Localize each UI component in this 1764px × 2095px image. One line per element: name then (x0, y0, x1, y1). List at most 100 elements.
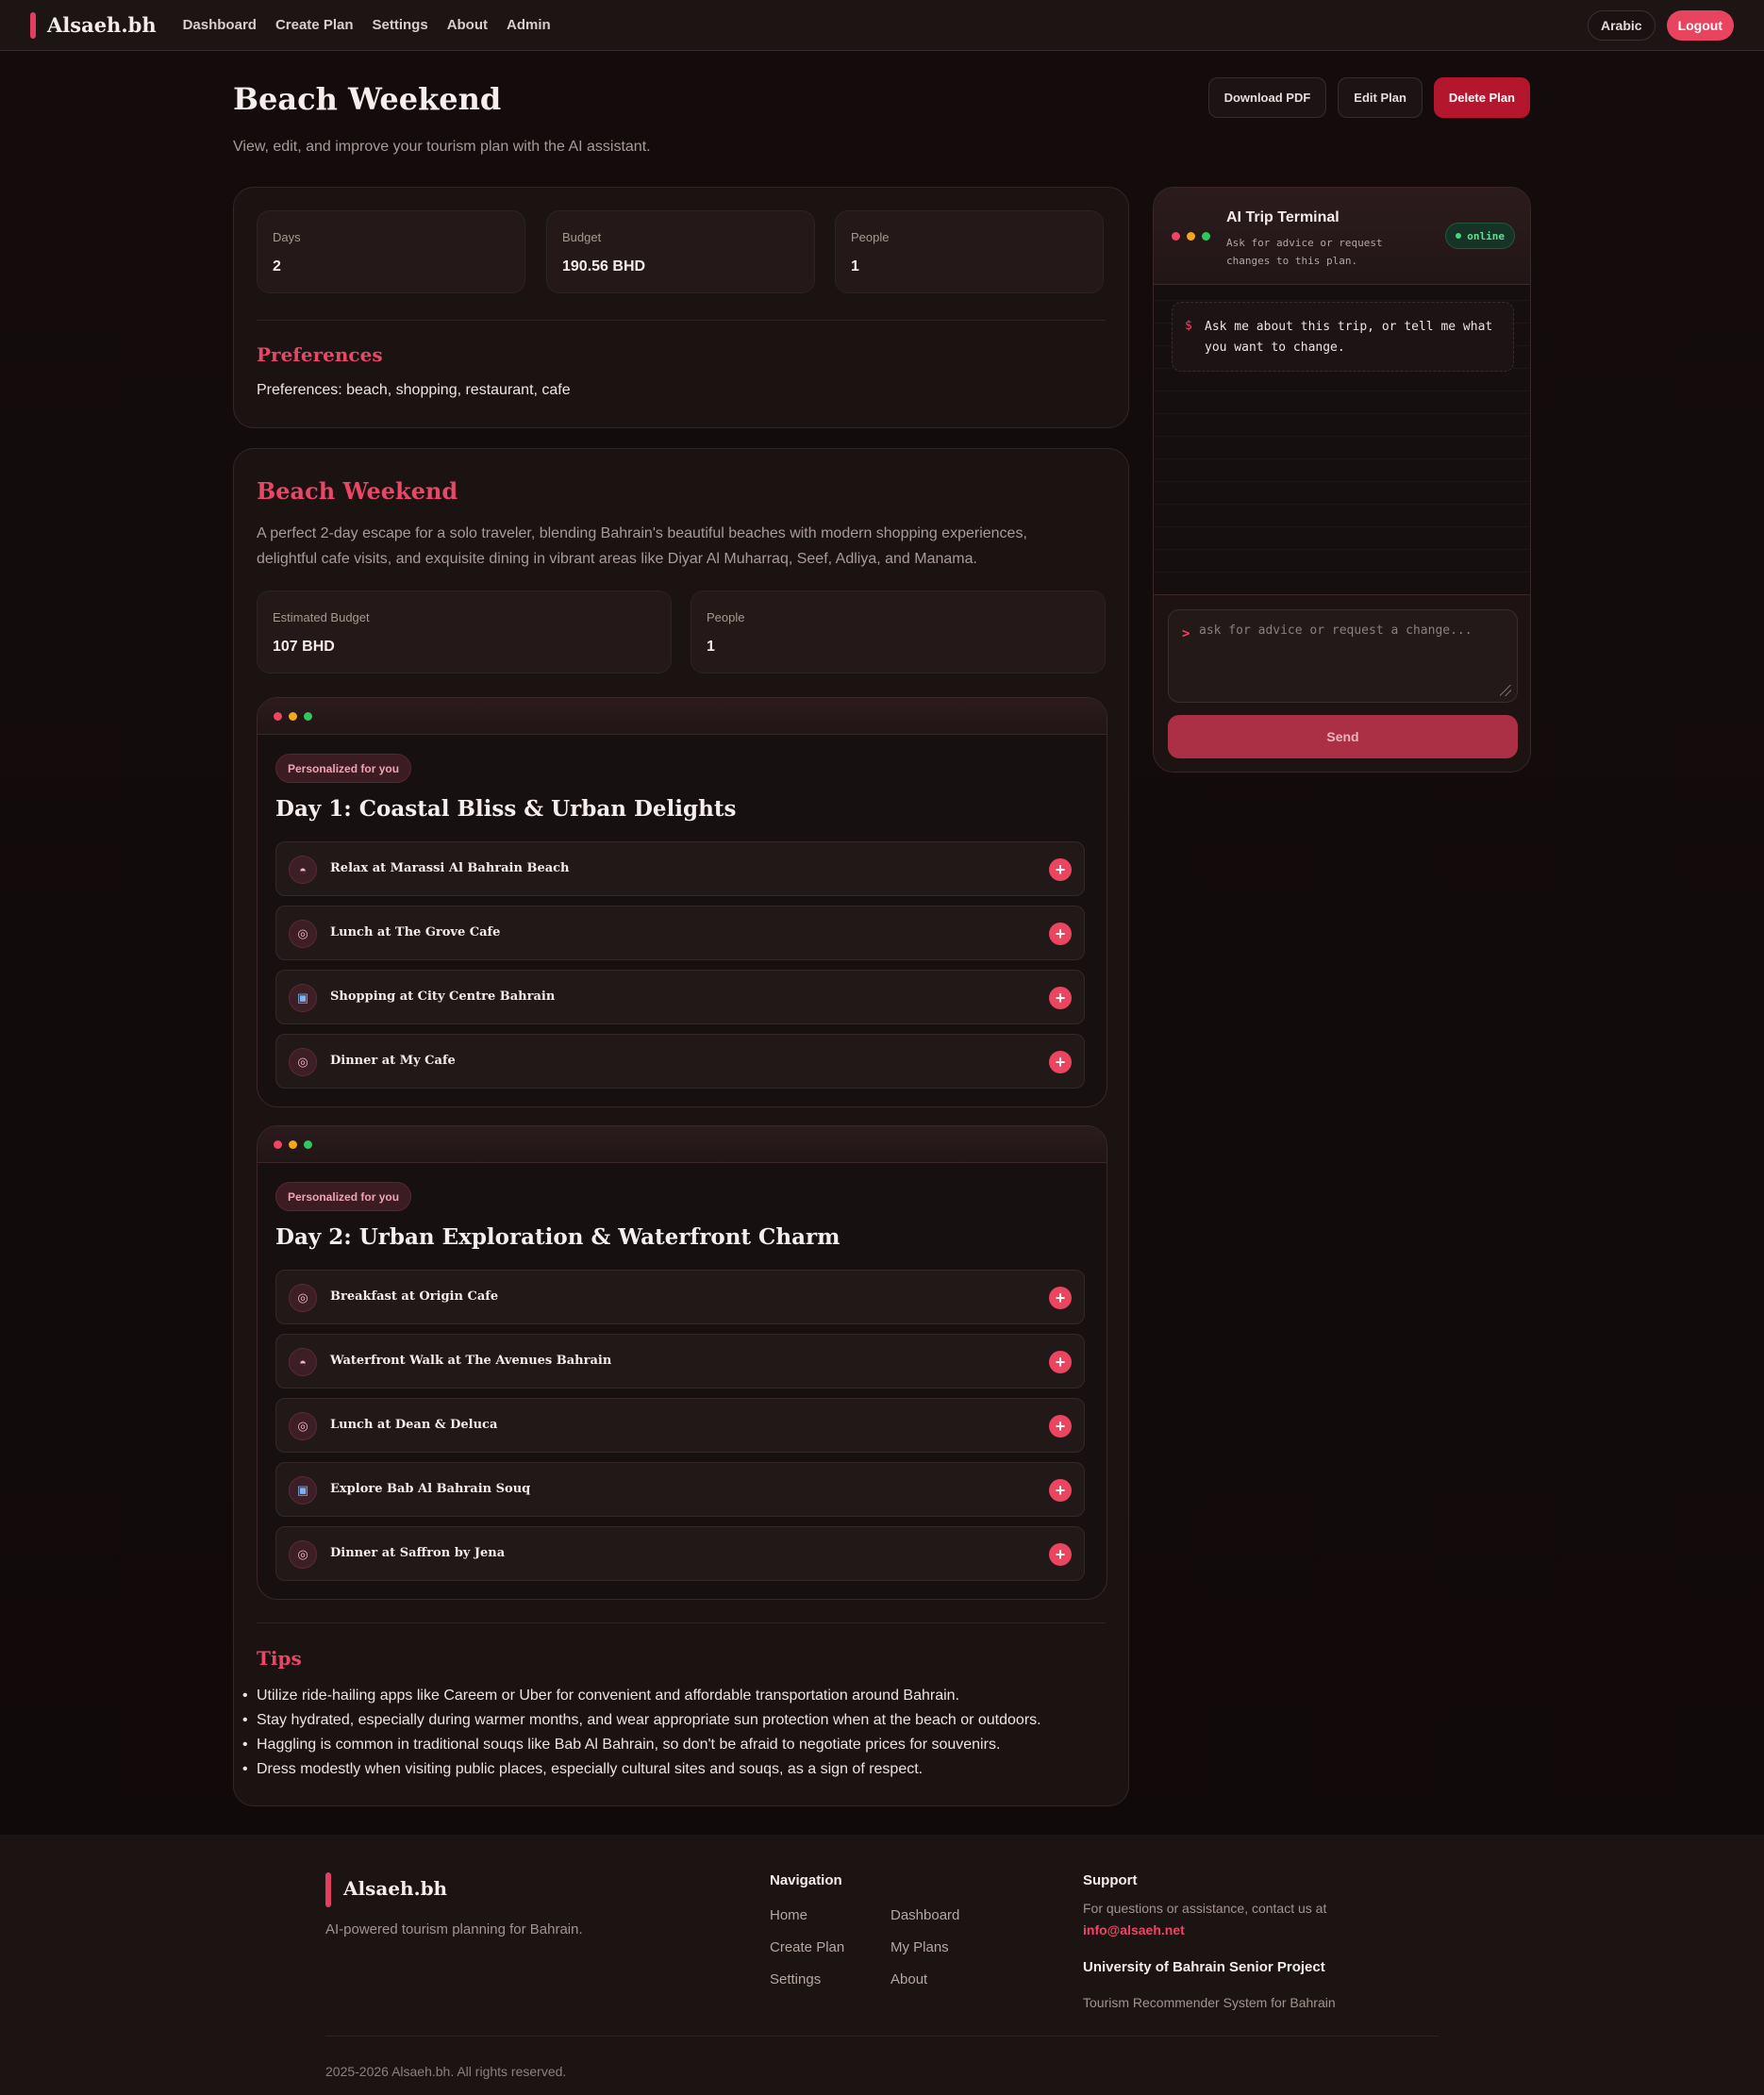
stat-days: Days 2 (257, 210, 525, 293)
add-activity-button[interactable]: + (1049, 1351, 1072, 1373)
stat-label: Budget (562, 230, 602, 244)
terminal-messages: $ Ask me about this trip, or tell me wha… (1154, 285, 1530, 594)
footer-link-home[interactable]: Home (770, 1907, 807, 1923)
terminal-input-area: > ask for advice or request a change... … (1154, 594, 1530, 772)
delete-plan-button[interactable]: Delete Plan (1433, 77, 1530, 118)
stat-plan-people: People 1 (691, 590, 1106, 673)
personalized-badge: Personalized for you (275, 754, 412, 783)
green-dot-icon (1202, 232, 1210, 241)
footer-divider (325, 2036, 1439, 2037)
nav-actions: Arabic Logout (1588, 9, 1734, 41)
plan-title: Beach Weekend (257, 477, 458, 505)
add-activity-button[interactable]: + (1049, 1479, 1072, 1502)
dining-icon: ◎ (289, 1048, 317, 1076)
tip-item: Dress modestly when visiting public plac… (242, 1757, 1106, 1782)
activity-label: Dinner at Saffron by Jena (330, 1546, 506, 1560)
activity-item[interactable]: ▣ Shopping at City Centre Bahrain + (275, 970, 1085, 1024)
activity-item[interactable]: ◎ Lunch at Dean & Deluca + (275, 1398, 1085, 1453)
footer-support-text: For questions or assistance, contact us … (1083, 1901, 1327, 1916)
stat-value: 1 (707, 639, 715, 655)
divider (257, 1622, 1106, 1623)
add-activity-button[interactable]: + (1049, 1543, 1072, 1566)
resize-handle-icon[interactable] (1500, 685, 1511, 696)
send-button[interactable]: Send (1168, 715, 1518, 758)
nav-link-admin[interactable]: Admin (507, 17, 551, 33)
nav-link-settings[interactable]: Settings (373, 17, 428, 33)
red-dot-icon (274, 1139, 282, 1149)
support-email-link[interactable]: info@alsaeh.net (1083, 1922, 1185, 1937)
chat-input[interactable]: > ask for advice or request a change... (1168, 609, 1518, 703)
activity-item[interactable]: ◓ Waterfront Walk at The Avenues Bahrain… (275, 1334, 1085, 1388)
stat-label: People (707, 610, 745, 624)
green-dot-icon (304, 1139, 312, 1149)
add-activity-button[interactable]: + (1049, 1287, 1072, 1309)
footer-university-heading: University of Bahrain Senior Project (1083, 1959, 1325, 1975)
red-dot-icon (1172, 232, 1180, 241)
footer-link-my-plans[interactable]: My Plans (890, 1939, 949, 1955)
footer-link-about[interactable]: About (890, 1971, 927, 1987)
add-activity-button[interactable]: + (1049, 1415, 1072, 1438)
terminal-window-controls (1172, 232, 1210, 241)
stat-value: 1 (851, 258, 859, 274)
footer-link-dashboard[interactable]: Dashboard (890, 1907, 959, 1923)
shopping-icon: ▣ (289, 1476, 317, 1505)
footer-brand-bar (325, 1872, 331, 1907)
copyright-text: 2025-2026 Alsaeh.bh. All rights reserved… (325, 2064, 567, 2079)
dining-icon: ◎ (289, 1284, 317, 1312)
page-subtitle: View, edit, and improve your tourism pla… (233, 139, 651, 155)
edit-plan-button[interactable]: Edit Plan (1338, 77, 1423, 118)
activity-item[interactable]: ◓ Relax at Marassi Al Bahrain Beach + (275, 841, 1085, 896)
activity-label: Waterfront Walk at The Avenues Bahrain (330, 1354, 612, 1368)
stat-label: Days (273, 230, 301, 244)
footer-tagline: AI-powered tourism planning for Bahrain. (325, 1921, 583, 1937)
nav-link-dashboard[interactable]: Dashboard (183, 17, 257, 33)
plan-actions: Download PDF Edit Plan Delete Plan (1207, 77, 1530, 118)
activity-label: Explore Bab Al Bahrain Souq (330, 1482, 531, 1496)
brand-logo[interactable]: Alsaeh.bh (47, 13, 157, 37)
footer-brand: Alsaeh.bh (343, 1877, 448, 1900)
dining-icon: ◎ (289, 1412, 317, 1440)
activity-label: Shopping at City Centre Bahrain (330, 989, 556, 1004)
assistant-message: $ Ask me about this trip, or tell me wha… (1172, 302, 1514, 372)
stat-value: 190.56 BHD (562, 258, 646, 274)
chat-input-placeholder: ask for advice or request a change... (1199, 624, 1473, 638)
stat-value: 2 (273, 258, 281, 274)
status-badge: online (1445, 223, 1515, 249)
day-2-card: Personalized for you Day 2: Urban Explor… (257, 1125, 1107, 1600)
footer-link-settings[interactable]: Settings (770, 1971, 821, 1987)
nav-link-about[interactable]: About (447, 17, 488, 33)
footer-link-create-plan[interactable]: Create Plan (770, 1939, 844, 1955)
plan-details-card: Beach Weekend A perfect 2-day escape for… (233, 448, 1129, 1806)
language-toggle-button[interactable]: Arabic (1588, 9, 1656, 41)
activity-item[interactable]: ◎ Dinner at Saffron by Jena + (275, 1526, 1085, 1581)
activity-item[interactable]: ◎ Lunch at The Grove Cafe + (275, 906, 1085, 960)
activity-label: Dinner at My Cafe (330, 1054, 456, 1068)
brand-accent-bar (30, 11, 36, 39)
beach-icon: ◓ (289, 856, 317, 884)
tip-item: Haggling is common in traditional souqs … (242, 1733, 1106, 1757)
activity-item[interactable]: ▣ Explore Bab Al Bahrain Souq + (275, 1462, 1085, 1517)
add-activity-button[interactable]: + (1049, 858, 1072, 881)
terminal-subtitle: Ask for advice or request changes to thi… (1226, 237, 1383, 267)
top-navbar: Alsaeh.bh Dashboard Create Plan Settings… (0, 0, 1764, 51)
logout-button[interactable]: Logout (1666, 9, 1734, 41)
add-activity-button[interactable]: + (1049, 1051, 1072, 1073)
terminal-title: AI Trip Terminal (1226, 209, 1340, 225)
green-dot-icon (304, 711, 312, 721)
day-card-header (258, 698, 1107, 735)
footer-university-text: Tourism Recommender System for Bahrain (1083, 1995, 1336, 2010)
add-activity-button[interactable]: + (1049, 923, 1072, 945)
tips-heading: Tips (257, 1647, 302, 1670)
activity-item[interactable]: ◎ Breakfast at Origin Cafe + (275, 1270, 1085, 1324)
plan-summary-card: Days 2 Budget 190.56 BHD People 1 Prefer… (233, 187, 1129, 428)
add-activity-button[interactable]: + (1049, 987, 1072, 1009)
ai-trip-terminal: AI Trip Terminal Ask for advice or reque… (1153, 187, 1531, 773)
nav-link-create-plan[interactable]: Create Plan (275, 17, 354, 33)
download-pdf-button[interactable]: Download PDF (1207, 77, 1327, 118)
activity-item[interactable]: ◎ Dinner at My Cafe + (275, 1034, 1085, 1089)
red-dot-icon (274, 711, 282, 721)
preferences-text: Preferences: beach, shopping, restaurant… (257, 382, 571, 398)
stat-budget: Budget 190.56 BHD (546, 210, 815, 293)
page-title: Beach Weekend (233, 81, 502, 117)
stat-people: People 1 (835, 210, 1104, 293)
